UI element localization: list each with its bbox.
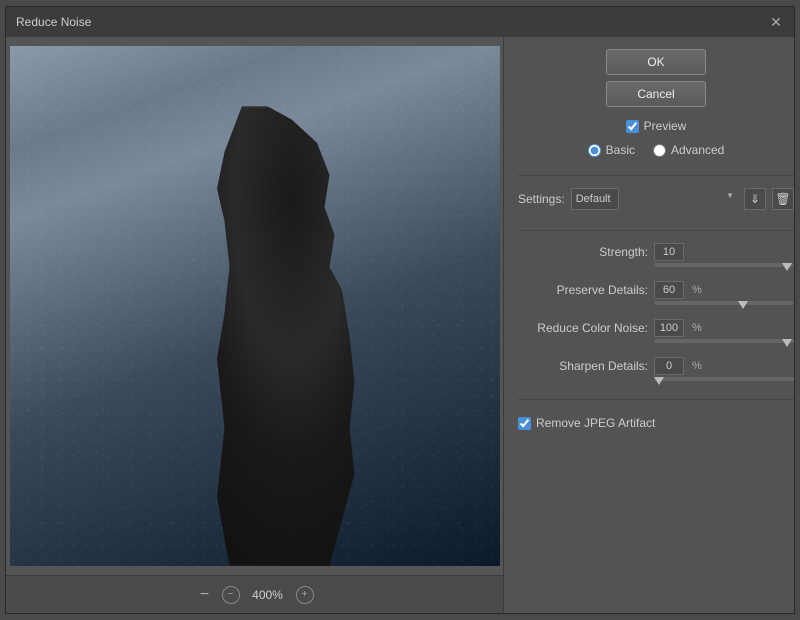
sharpen-details-row: Sharpen Details: % <box>518 357 794 375</box>
preserve-details-row: Preserve Details: % <box>518 281 794 299</box>
preserve-details-value[interactable] <box>654 281 684 299</box>
controls-panel: OK Cancel Preview Basic Advanced <box>503 37 794 613</box>
save-preset-button[interactable]: ⇓ <box>744 188 766 210</box>
zoom-out-button[interactable]: − <box>222 586 240 604</box>
sharpen-details-value[interactable] <box>654 357 684 375</box>
preview-checkbox-wrap: Preview <box>626 119 687 133</box>
color-noise-pct: % <box>692 322 702 334</box>
advanced-radio-wrap: Advanced <box>653 143 724 157</box>
preview-row: Preview <box>518 119 794 133</box>
color-noise-slider-group: Reduce Color Noise: % <box>518 319 794 343</box>
sharpen-details-pct: % <box>692 360 702 372</box>
advanced-radio[interactable] <box>653 144 666 157</box>
color-noise-row: Reduce Color Noise: % <box>518 319 794 337</box>
divider-2 <box>518 230 794 231</box>
reduce-noise-dialog: Reduce Noise ✕ − − 400% + OK C <box>5 6 795 614</box>
color-noise-value[interactable] <box>654 319 684 337</box>
save-preset-icon: ⇓ <box>750 192 760 206</box>
ok-button[interactable]: OK <box>606 49 706 75</box>
delete-preset-icon: 🗑 <box>775 192 790 206</box>
cancel-button[interactable]: Cancel <box>606 81 706 107</box>
zoom-in-button[interactable]: + <box>296 586 314 604</box>
basic-radio-wrap: Basic <box>588 143 635 157</box>
preview-panel: − − 400% + <box>6 37 503 613</box>
settings-select-wrap: Default Custom <box>571 188 738 210</box>
basic-label: Basic <box>606 143 635 157</box>
jpeg-checkbox-wrap: Remove JPEG Artifact <box>518 416 655 430</box>
zoom-out-icon[interactable]: − <box>196 586 214 604</box>
preserve-details-slider-group: Preserve Details: % <box>518 281 794 305</box>
strength-track[interactable] <box>654 263 794 267</box>
settings-row: Settings: Default Custom ⇓ 🗑 <box>518 188 794 210</box>
action-buttons: OK Cancel <box>518 49 794 107</box>
image-container[interactable] <box>6 37 503 575</box>
mode-radio-row: Basic Advanced <box>518 143 794 157</box>
preserve-details-thumb[interactable] <box>738 301 748 309</box>
sharpen-details-track-row <box>518 377 794 381</box>
sharpen-details-label: Sharpen Details: <box>518 359 648 373</box>
sharpen-details-slider-group: Sharpen Details: % <box>518 357 794 381</box>
sharpen-details-thumb[interactable] <box>654 377 664 385</box>
strength-slider-group: Strength: <box>518 243 794 267</box>
dialog-title: Reduce Noise <box>16 15 91 29</box>
strength-value[interactable] <box>654 243 684 261</box>
preserve-details-track-row <box>518 301 794 305</box>
zoom-bar: − − 400% + <box>6 575 503 613</box>
preserve-details-track[interactable] <box>654 301 794 305</box>
advanced-label: Advanced <box>671 143 724 157</box>
jpeg-checkbox[interactable] <box>518 417 531 430</box>
settings-select[interactable]: Default Custom <box>571 188 619 210</box>
delete-preset-button[interactable]: 🗑 <box>772 188 794 210</box>
color-noise-track-row <box>518 339 794 343</box>
sharpen-details-track[interactable] <box>654 377 794 381</box>
strength-track-row <box>518 263 794 267</box>
jpeg-row: Remove JPEG Artifact <box>518 416 794 430</box>
title-bar: Reduce Noise ✕ <box>6 7 794 37</box>
settings-label: Settings: <box>518 192 565 206</box>
color-noise-track[interactable] <box>654 339 794 343</box>
color-noise-label: Reduce Color Noise: <box>518 321 648 335</box>
close-button[interactable]: ✕ <box>768 14 784 30</box>
preview-image <box>10 46 500 566</box>
preserve-details-pct: % <box>692 284 702 296</box>
divider-3 <box>518 399 794 400</box>
divider-1 <box>518 175 794 176</box>
preserve-details-label: Preserve Details: <box>518 283 648 297</box>
strength-label: Strength: <box>518 245 648 259</box>
zoom-level: 400% <box>248 588 288 602</box>
basic-radio[interactable] <box>588 144 601 157</box>
preview-checkbox[interactable] <box>626 120 639 133</box>
jpeg-label: Remove JPEG Artifact <box>536 416 655 430</box>
strength-thumb[interactable] <box>782 263 792 271</box>
strength-row: Strength: <box>518 243 794 261</box>
color-noise-thumb[interactable] <box>782 339 792 347</box>
preview-label: Preview <box>644 119 687 133</box>
dialog-body: − − 400% + OK Cancel Preview <box>6 37 794 613</box>
